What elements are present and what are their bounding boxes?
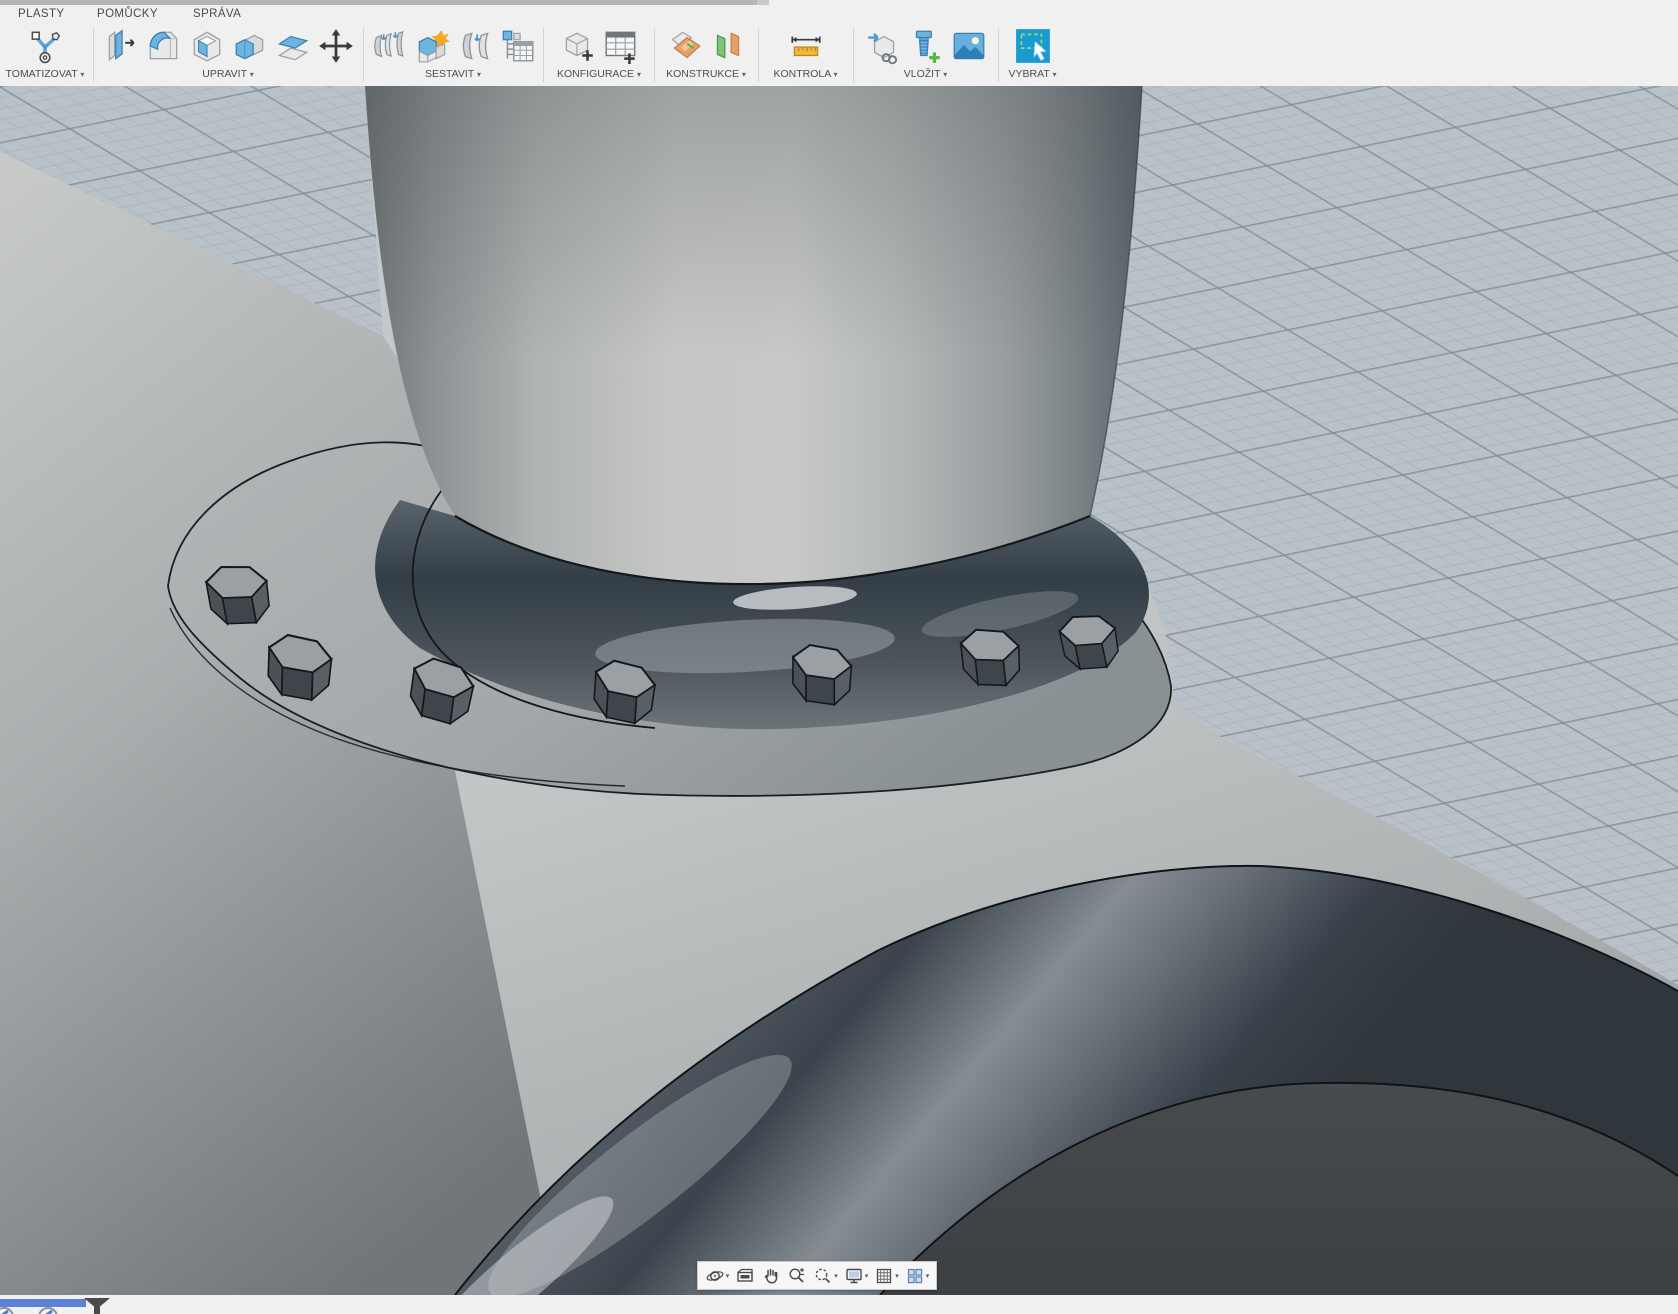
timeline-feature-icon[interactable] xyxy=(38,1307,58,1314)
group-label-konstrukce[interactable]: KONSTRUKCE ▾ xyxy=(655,68,757,80)
generative-design-icon xyxy=(26,27,64,65)
toolbar-group-kontrola: KONTROLA ▾ xyxy=(759,24,852,84)
orbit-button[interactable]: ▾ xyxy=(703,1264,732,1288)
fillet-button[interactable] xyxy=(145,27,183,65)
insert-fastener-button[interactable] xyxy=(907,27,945,65)
insert-image-icon xyxy=(950,27,988,65)
fillet-icon xyxy=(145,27,183,65)
timeline-feature-icon[interactable] xyxy=(0,1307,14,1314)
bom-icon xyxy=(499,27,537,65)
press-pull-button[interactable] xyxy=(102,27,140,65)
offset-face-icon xyxy=(274,27,312,65)
joint-button[interactable] xyxy=(370,27,408,65)
group-label-vlozit[interactable]: VLOŽIT ▾ xyxy=(854,68,997,80)
new-component-icon xyxy=(413,27,451,65)
pan-icon xyxy=(761,1266,781,1286)
orbit-icon xyxy=(705,1266,725,1286)
move-copy-button[interactable] xyxy=(317,27,355,65)
toolbar-group-konfigurace: KONFIGURACE ▾ xyxy=(544,24,654,84)
zoom-window-icon xyxy=(813,1266,833,1286)
group-label-konfigurace[interactable]: KONFIGURACE ▾ xyxy=(544,68,654,80)
midplane-icon xyxy=(709,27,747,65)
timeline-progress-bar[interactable] xyxy=(0,1299,86,1307)
midplane-button[interactable] xyxy=(709,27,747,65)
insert-derive-icon xyxy=(864,27,902,65)
select-icon xyxy=(1014,26,1052,66)
toolbar-group-automatizovat: TOMATIZOVAT ▾ xyxy=(0,24,90,84)
grid-settings-button[interactable]: ▾ xyxy=(872,1264,901,1288)
group-label-kontrola[interactable]: KONTROLA ▾ xyxy=(759,68,852,80)
group-label-vybrat[interactable]: VYBRAT ▾ xyxy=(999,68,1066,80)
generative-design-button[interactable] xyxy=(26,27,64,65)
viewport-canvas[interactable] xyxy=(0,86,1678,1295)
timeline-strip xyxy=(0,1295,1678,1314)
as-built-joint-button[interactable] xyxy=(456,27,494,65)
insert-derive-button[interactable] xyxy=(864,27,902,65)
fit-button[interactable]: ▾ xyxy=(811,1264,840,1288)
insert-image-button[interactable] xyxy=(950,27,988,65)
main-toolbar: TOMATIZOVAT ▾ xyxy=(0,24,1678,87)
zoom-button[interactable] xyxy=(785,1264,809,1288)
new-component-button[interactable] xyxy=(413,27,451,65)
combine-button[interactable] xyxy=(231,27,269,65)
configuration-table-icon xyxy=(602,27,640,65)
offset-plane-icon xyxy=(666,27,704,65)
measure-icon xyxy=(787,27,825,65)
view-navigation-bar: ▾ ▾ ▾ ▾ xyxy=(697,1261,937,1290)
bom-button[interactable] xyxy=(499,27,537,65)
toolbar-group-sestavit: SESTAVIT ▾ xyxy=(364,24,542,84)
zoom-icon xyxy=(787,1266,807,1286)
as-built-joint-icon xyxy=(456,27,494,65)
tube-top-shading xyxy=(365,86,1142,584)
offset-plane-button[interactable] xyxy=(666,27,704,65)
combine-icon xyxy=(231,27,269,65)
group-label-sestavit[interactable]: SESTAVIT ▾ xyxy=(364,68,542,80)
tab-sprava[interactable]: SPRÁVA xyxy=(193,8,241,20)
insert-fastener-icon xyxy=(907,27,945,65)
configuration-table-button[interactable] xyxy=(602,27,640,65)
press-pull-icon xyxy=(102,27,140,65)
display-settings-icon xyxy=(844,1266,864,1286)
move-icon xyxy=(317,27,355,65)
measure-button[interactable] xyxy=(787,27,825,65)
offset-face-button[interactable] xyxy=(274,27,312,65)
toolbar-group-upravit: UPRAVIT ▾ xyxy=(94,24,362,84)
joint-icon xyxy=(370,27,408,65)
viewports-button[interactable]: ▾ xyxy=(903,1264,932,1288)
shell-icon xyxy=(188,27,226,65)
fusion360-window: { "ui": { "caret": "▾" }, "tabs": { "ite… xyxy=(0,0,1678,1314)
toolbar-group-konstrukce: KONSTRUKCE ▾ xyxy=(655,24,757,84)
configure-icon xyxy=(559,27,597,65)
shell-button[interactable] xyxy=(188,27,226,65)
toolbar-group-vlozit: VLOŽIT ▾ xyxy=(854,24,997,84)
look-at-button[interactable] xyxy=(733,1264,757,1288)
tab-pomucky[interactable]: POMŮCKY xyxy=(97,8,158,20)
toolbar-group-vybrat: VYBRAT ▾ xyxy=(999,24,1066,84)
toolbar-tab-bar: PLASTY POMŮCKY SPRÁVA xyxy=(0,5,1678,24)
pan-button[interactable] xyxy=(759,1264,783,1288)
display-settings-button[interactable]: ▾ xyxy=(842,1264,871,1288)
tab-plasty[interactable]: PLASTY xyxy=(18,8,65,20)
select-button[interactable] xyxy=(1014,27,1052,65)
look-at-icon xyxy=(735,1266,755,1286)
group-label-upravit[interactable]: UPRAVIT ▾ xyxy=(94,68,362,80)
viewports-icon xyxy=(905,1266,925,1286)
group-label-automatizovat[interactable]: TOMATIZOVAT ▾ xyxy=(0,68,90,80)
grid-settings-icon xyxy=(874,1266,894,1286)
configure-button[interactable] xyxy=(559,27,597,65)
timeline-playhead-stem xyxy=(94,1307,100,1314)
